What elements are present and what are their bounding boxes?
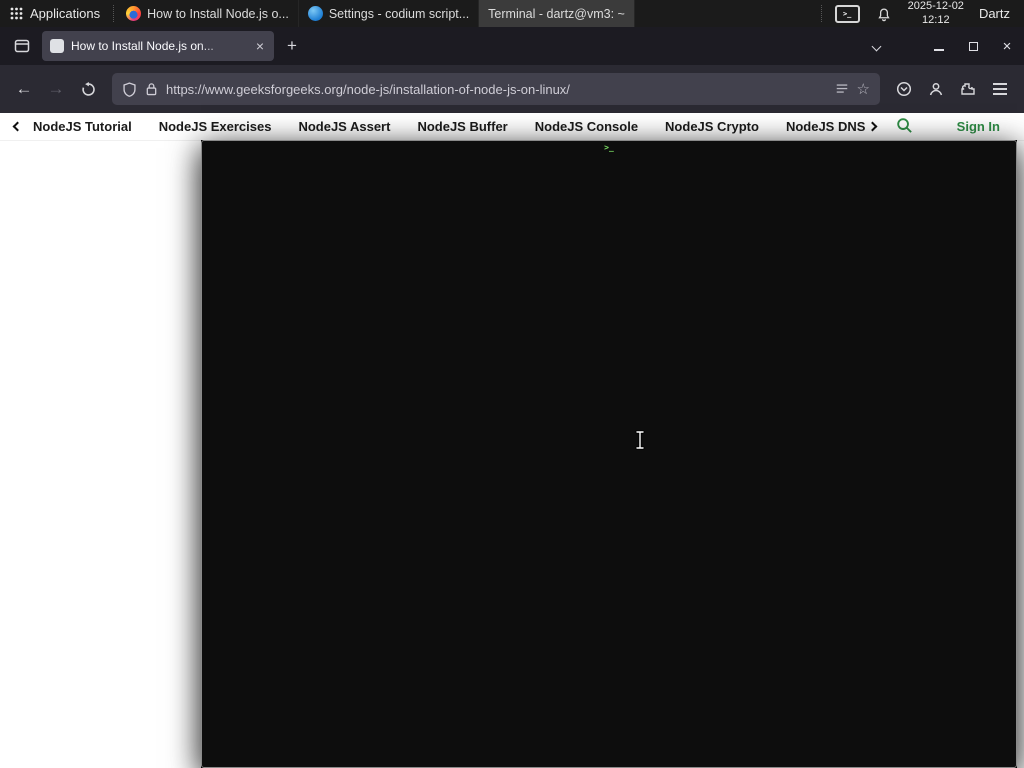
taskbar-item[interactable]: >_ Terminal - dartz@vm3: ~ xyxy=(201,0,1017,768)
new-tab-button[interactable]: + xyxy=(278,32,306,60)
tab-close-button[interactable]: × xyxy=(254,38,266,54)
back-button[interactable]: ← xyxy=(8,73,40,105)
applications-label: Applications xyxy=(30,6,101,21)
account-icon[interactable] xyxy=(920,73,952,105)
search-icon[interactable] xyxy=(896,117,913,137)
menu-hamburger-icon[interactable] xyxy=(984,73,1016,105)
site-navigation: NodeJS Tutorial NodeJS Exercises NodeJS As… xyxy=(0,113,1024,141)
taskbar-item[interactable]: Settings - codium script... xyxy=(299,0,480,27)
site-nav-item[interactable]: NodeJS Tutorial xyxy=(33,119,132,134)
notifications-bell-icon[interactable] xyxy=(875,5,893,23)
taskbar-item[interactable]: How to Install Node.js o... xyxy=(117,0,299,27)
clock[interactable]: 2025-12-02 12:12 xyxy=(908,0,964,26)
window-controls: × xyxy=(863,27,1024,65)
applications-icon xyxy=(10,7,23,20)
site-nav-item[interactable]: NodeJS Assert xyxy=(298,119,390,134)
codium-icon xyxy=(307,6,323,21)
nav-scroll-right-icon[interactable] xyxy=(867,121,878,132)
firefox-view-button[interactable] xyxy=(8,32,36,60)
tab-bar: How to Install Node.js on... × + × xyxy=(0,27,1024,65)
taskbar-item-label: How to Install Node.js o... xyxy=(147,6,289,21)
tab-title: How to Install Node.js on... xyxy=(71,39,214,53)
navigation-toolbar: ← → https://www.geeksforgeeks.org/node-j… xyxy=(0,65,1024,113)
user-label: Dartz xyxy=(978,6,1010,21)
firefox-icon xyxy=(126,6,142,21)
pocket-icon[interactable] xyxy=(888,73,920,105)
tracking-shield-icon[interactable] xyxy=(122,81,137,97)
site-nav-item[interactable]: NodeJS Exercises xyxy=(159,119,272,134)
bookmark-star-icon[interactable]: ☆ xyxy=(857,80,870,98)
tray-terminal-icon[interactable]: >_ xyxy=(834,4,860,23)
forward-button[interactable]: → xyxy=(40,73,72,105)
taskbar-item-label: Settings - codium script... xyxy=(328,6,470,21)
clock-time: 12:12 xyxy=(922,13,950,26)
desktop: { "glyphs": { "close": "×", "plus": "+",… xyxy=(0,0,1024,768)
lock-icon[interactable] xyxy=(145,82,158,96)
taskbar-item-label: Terminal - dartz@vm3: ~ xyxy=(488,6,625,21)
tab-favicon xyxy=(50,39,64,53)
sign-in-button[interactable]: Sign In xyxy=(957,119,1000,134)
window-minimize-button[interactable] xyxy=(922,27,956,65)
site-nav-item[interactable]: NodeJS Buffer xyxy=(417,119,507,134)
site-nav-item[interactable]: NodeJS Console xyxy=(535,119,638,134)
clock-date: 2025-12-02 xyxy=(907,0,964,13)
list-all-tabs-icon[interactable] xyxy=(871,41,882,51)
site-nav-item[interactable]: NodeJS Crypto xyxy=(665,119,759,134)
panel-separator xyxy=(820,5,822,22)
reload-button[interactable] xyxy=(72,73,104,105)
panel-tasks: How to Install Node.js o... Settings - co… xyxy=(117,0,1017,768)
browser-tab[interactable]: How to Install Node.js on... × xyxy=(42,31,274,61)
window-maximize-button[interactable] xyxy=(956,27,990,65)
window-close-button[interactable]: × xyxy=(990,27,1024,65)
applications-menu[interactable]: Applications xyxy=(0,0,110,27)
url-text[interactable]: https://www.geeksforgeeks.org/node-js/in… xyxy=(166,82,827,97)
panel-separator xyxy=(113,5,115,22)
extensions-icon[interactable] xyxy=(952,73,984,105)
system-tray: >_ 2025-12-02 12:12 Dartz xyxy=(825,0,1024,26)
site-nav-item[interactable]: NodeJS DNS xyxy=(786,119,865,134)
top-panel: Applications How to Install Node.js o...… xyxy=(0,0,1024,768)
url-bar[interactable]: https://www.geeksforgeeks.org/node-js/in… xyxy=(112,73,880,105)
site-nav-items: NodeJS Tutorial NodeJS Exercises NodeJS As… xyxy=(33,119,869,134)
nav-scroll-left-icon[interactable] xyxy=(12,121,23,132)
reader-mode-icon[interactable] xyxy=(835,82,849,96)
